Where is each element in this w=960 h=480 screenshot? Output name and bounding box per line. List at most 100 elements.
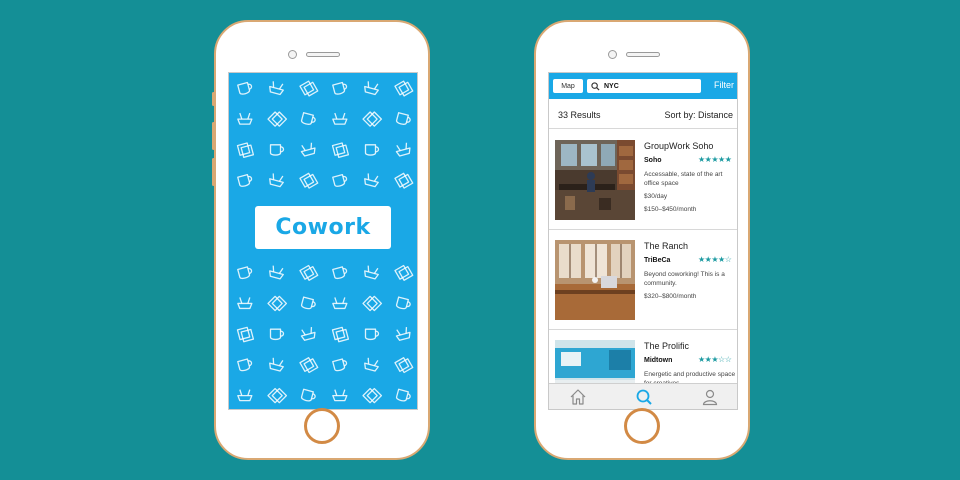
pattern-icon <box>236 326 255 343</box>
front-camera <box>288 50 297 59</box>
star-rating-icon: ★★★★☆ <box>698 255 732 264</box>
pattern-icon <box>269 81 284 96</box>
listing-price-day: $30/day <box>644 193 668 200</box>
pattern-icon <box>269 265 284 280</box>
search-toolbar: Map NYC Filter <box>549 73 737 99</box>
pattern-icon <box>332 266 348 280</box>
pattern-icon <box>394 80 414 97</box>
listing-price-month: $320–$800/month <box>644 293 697 300</box>
pattern-icon <box>267 111 288 127</box>
listing-photo <box>555 240 635 320</box>
tab-search[interactable] <box>635 388 653 406</box>
search-query: NYC <box>604 82 619 90</box>
pattern-icon <box>395 296 411 310</box>
pattern-icon <box>332 297 348 310</box>
listing-neighborhood: Soho <box>644 157 662 164</box>
user-icon <box>702 389 718 406</box>
pattern-icon <box>267 387 288 404</box>
results-header: 33 Results Sort by: Distance <box>549 99 737 129</box>
logo-text: Cowork <box>275 215 371 240</box>
mute-switch <box>212 92 215 106</box>
volume-down-button <box>212 158 215 186</box>
pattern-icon <box>362 387 383 404</box>
tab-profile[interactable] <box>701 388 719 406</box>
star-rating-icon: ★★★☆☆ <box>698 355 732 364</box>
earpiece-speaker <box>306 52 340 57</box>
listing-photo <box>555 340 635 385</box>
pattern-icon <box>299 172 319 189</box>
pattern-icon <box>395 388 411 402</box>
front-camera <box>608 50 617 59</box>
search-input[interactable]: NYC <box>587 79 701 93</box>
pattern-icon <box>237 358 253 372</box>
pattern-icon <box>395 142 411 157</box>
search-results-screen: Map NYC Filter 33 Results Sort by: Dista… <box>548 72 738 410</box>
pattern-icon <box>395 112 411 125</box>
pattern-icon <box>332 174 348 187</box>
pattern-icon <box>362 111 383 127</box>
listing-price-month: $150–$450/month <box>644 206 697 213</box>
pattern-icon <box>332 358 348 372</box>
home-button[interactable] <box>624 408 660 444</box>
listing-name: The Prolific <box>644 341 690 351</box>
listing-card[interactable]: The Prolific Midtown ★★★☆☆ Energetic and… <box>549 330 737 385</box>
pattern-icon <box>269 144 285 156</box>
pattern-icon <box>332 112 348 125</box>
pattern-icon <box>237 389 253 402</box>
results-list[interactable]: GroupWork Soho Soho ★★★★★ Accessable, st… <box>549 130 737 385</box>
pattern-icon <box>300 142 316 157</box>
listing-name: GroupWork Soho <box>644 141 714 151</box>
pattern-icon <box>394 357 414 374</box>
pattern-icon <box>237 81 253 95</box>
pattern-icon <box>237 174 253 187</box>
pattern-icon <box>267 295 288 312</box>
listing-photo <box>555 140 635 220</box>
tab-home[interactable] <box>569 388 587 406</box>
phone-frame-right: Map NYC Filter 33 Results Sort by: Dista… <box>534 20 750 460</box>
app-logo: Cowork <box>255 206 391 249</box>
listing-neighborhood: TriBeCa <box>644 257 671 264</box>
phone-frame-left: Cowork <box>212 20 430 460</box>
listing-name: The Ranch <box>644 241 689 251</box>
home-button[interactable] <box>304 408 340 444</box>
pattern-icon <box>394 264 414 281</box>
bottom-tab-bar <box>549 383 737 409</box>
magnifier-icon <box>591 81 600 91</box>
pattern-icon <box>300 388 316 402</box>
pattern-icon <box>237 297 253 310</box>
listing-neighborhood: Midtown <box>644 357 673 364</box>
pattern-icon <box>395 327 411 341</box>
pattern-icon <box>299 264 319 281</box>
sort-dropdown[interactable]: Sort by: Distance <box>664 110 733 120</box>
listing-card[interactable]: GroupWork Soho Soho ★★★★★ Accessable, st… <box>549 130 737 230</box>
map-button[interactable]: Map <box>553 79 583 93</box>
pattern-icon <box>331 142 350 159</box>
pattern-icon <box>364 328 380 341</box>
listing-description: Beyond coworking! This is a community. <box>644 271 725 287</box>
pattern-icon <box>394 172 414 189</box>
pattern-icon <box>332 81 348 95</box>
pattern-icon <box>364 81 379 96</box>
pattern-icon <box>362 295 383 312</box>
pattern-icon <box>364 173 379 188</box>
filter-button[interactable]: Filter <box>714 80 734 90</box>
listing-card[interactable]: The Ranch TriBeCa ★★★★☆ Beyond coworking… <box>549 230 737 330</box>
pattern-icon <box>364 357 379 372</box>
volume-up-button <box>212 122 215 150</box>
earpiece-speaker <box>626 52 660 57</box>
pattern-icon <box>364 265 379 280</box>
pattern-icon <box>331 326 350 343</box>
pattern-icon <box>237 112 253 125</box>
search-icon <box>636 389 652 405</box>
listing-description: Accessable, state of the art office spac… <box>644 171 723 187</box>
pattern-icon <box>300 112 316 125</box>
pattern-icon <box>236 142 255 159</box>
pattern-icon <box>332 389 348 402</box>
home-icon <box>570 389 586 405</box>
splash-screen: Cowork <box>228 72 418 410</box>
star-rating-icon: ★★★★★ <box>698 155 732 164</box>
pattern-icon <box>364 144 380 156</box>
pattern-icon <box>299 357 319 374</box>
pattern-icon <box>269 328 285 341</box>
pattern-icon <box>269 357 284 372</box>
